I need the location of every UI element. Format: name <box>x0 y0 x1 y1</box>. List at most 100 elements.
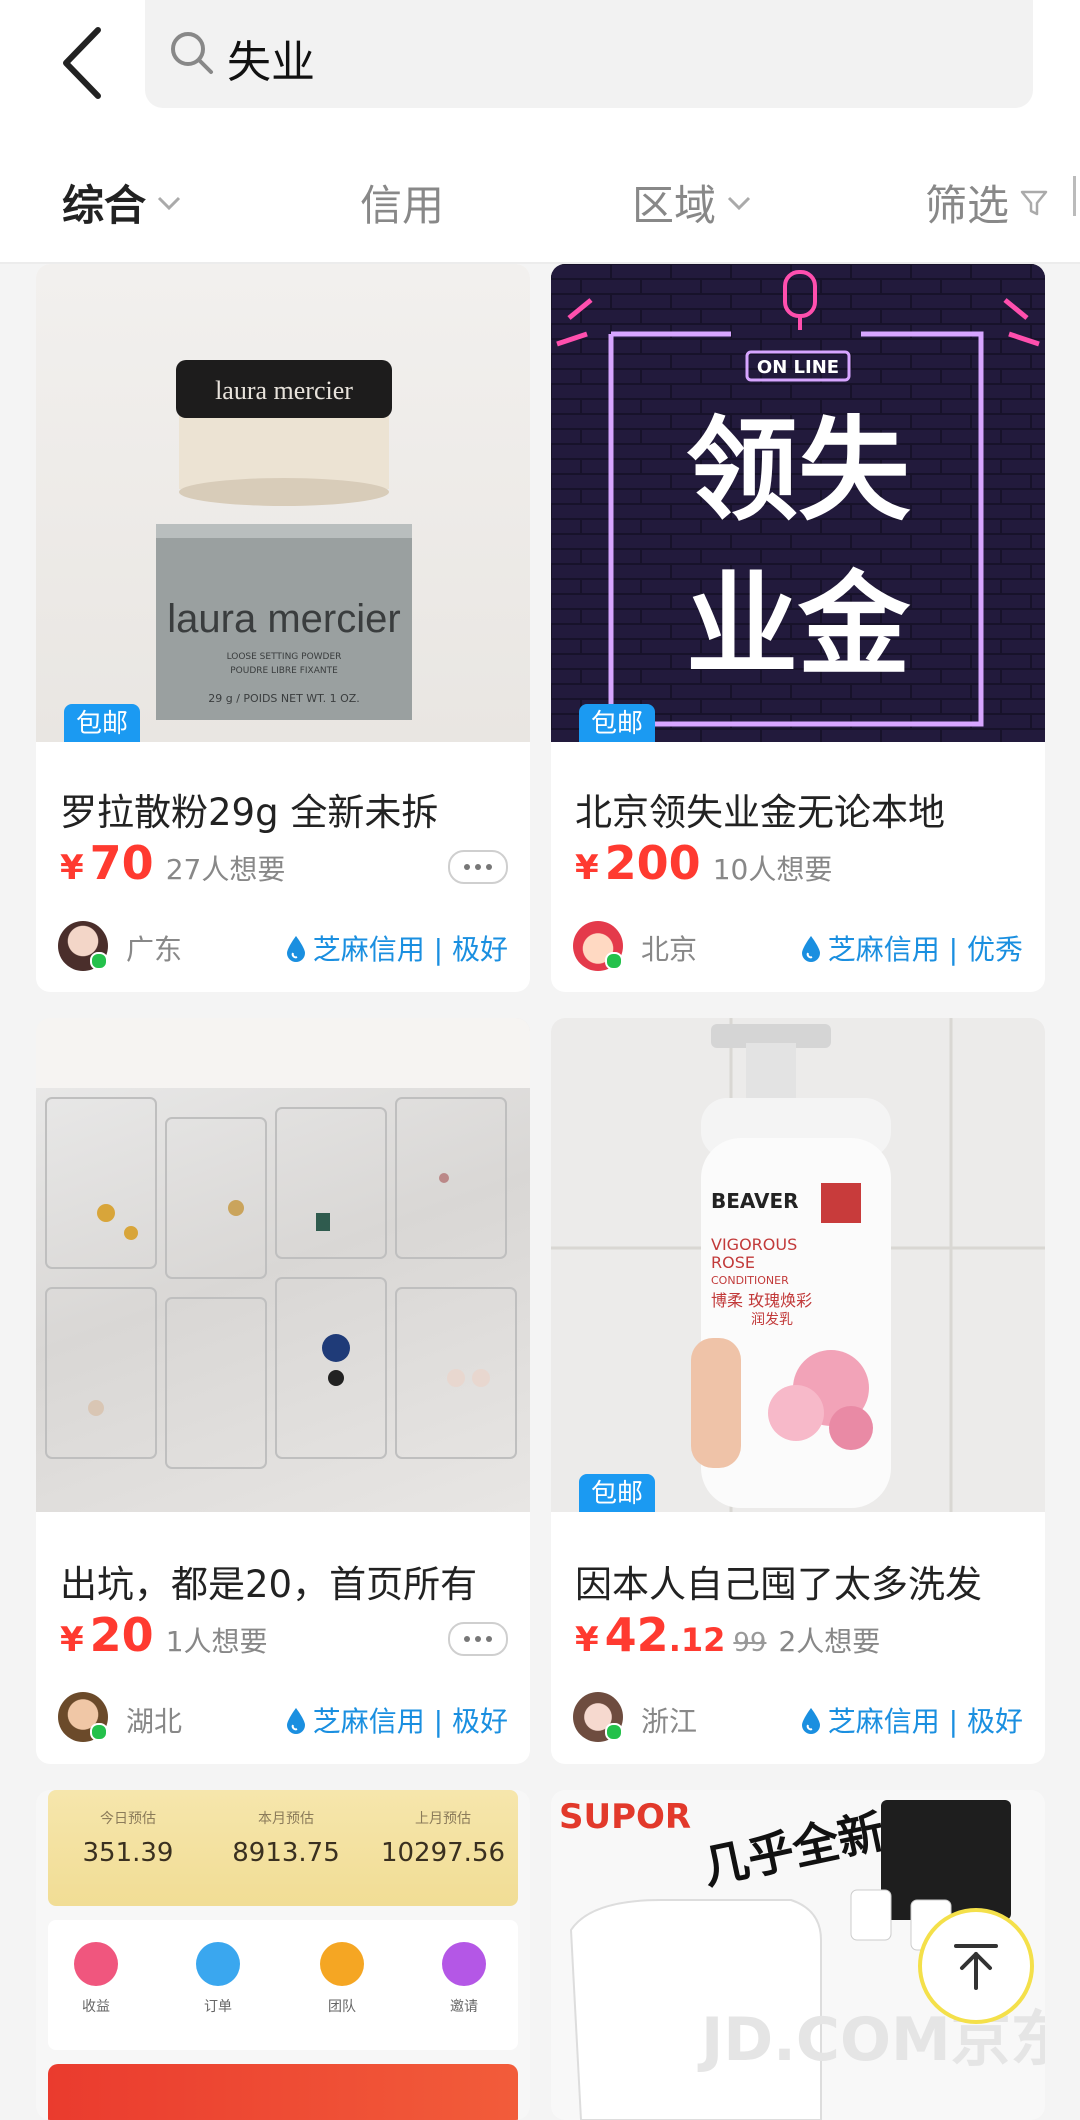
credit-text: 芝麻信用 | 极好 <box>312 933 508 966</box>
orders-item: 订单 <box>188 1942 248 2016</box>
water-drop-icon <box>801 936 820 962</box>
free-shipping-badge: 包邮 <box>579 1474 656 1512</box>
income-item: 收益 <box>66 1942 126 2016</box>
product-price: ¥20 1人想要 <box>60 1608 268 1662</box>
free-shipping-badge: 包邮 <box>64 704 141 742</box>
credit-rating: 芝麻信用 | 极好 <box>800 1700 1023 1740</box>
water-drop-icon <box>801 1708 820 1734</box>
search-bar[interactable]: 失业 <box>145 0 1033 108</box>
price-value: 42 <box>604 1608 669 1662</box>
price-value: 70 <box>89 836 154 890</box>
conditioner-bottle-photo: BEAVER VIGOROUS ROSE CONDITIONER 博柔 玫瑰焕彩… <box>551 1018 1045 1512</box>
price-decimal: .12 <box>668 1621 726 1659</box>
online-dot <box>90 1723 108 1741</box>
product-title: 罗拉散粉29g 全新未拆 <box>60 791 439 834</box>
svg-text:CONDITIONER: CONDITIONER <box>711 1274 789 1287</box>
product-title: 出坑，都是20，首页所有 <box>60 1563 478 1606</box>
back-arrow-icon[interactable] <box>52 18 122 108</box>
seller-location: 北京 <box>641 933 698 966</box>
icon-label: 收益 <box>82 1999 110 2015</box>
credit-rating: 芝麻信用 | 优秀 <box>800 928 1023 968</box>
credit-rating: 芝麻信用 | 极好 <box>285 1700 508 1740</box>
stat-value: 8913.75 <box>232 1838 340 1868</box>
svg-text:几乎全新: 几乎全新 <box>698 1804 889 1895</box>
product-card[interactable]: laura mercier laura mercier LOOSE SETTIN… <box>36 264 530 992</box>
invite-icon <box>442 1942 486 1986</box>
product-image[interactable] <box>36 1018 530 1512</box>
product-title: 北京领失业金无论本地 <box>575 791 945 834</box>
credit-text: 芝麻信用 | 极好 <box>312 1705 508 1738</box>
tab-region[interactable]: 区域 <box>632 172 752 233</box>
svg-text:POUDRE LIBRE FIXANTE: POUDRE LIBRE FIXANTE <box>230 666 338 676</box>
svg-text:博柔 玫瑰焕彩: 博柔 玫瑰焕彩 <box>711 1291 812 1310</box>
stat-value: 351.39 <box>82 1838 174 1868</box>
product-image[interactable]: BEAVER VIGOROUS ROSE CONDITIONER 博柔 玫瑰焕彩… <box>551 1018 1045 1512</box>
product-card[interactable]: 出坑，都是20，首页所有 ¥20 1人想要 湖北 芝麻信用 | 极好 <box>36 1018 530 1764</box>
product-image[interactable]: laura mercier laura mercier LOOSE SETTIN… <box>36 264 530 742</box>
product-price: ¥200 10人想要 <box>575 836 833 890</box>
original-price: 99 <box>733 1628 767 1658</box>
svg-text:BEAVER: BEAVER <box>711 1189 799 1213</box>
want-count: 10人想要 <box>712 853 833 886</box>
svg-text:laura mercier: laura mercier <box>167 597 400 641</box>
earrings-photo <box>36 1018 530 1469</box>
seller-location: 浙江 <box>641 1705 698 1738</box>
price-value: 200 <box>604 836 701 890</box>
orders-icon <box>196 1942 240 1986</box>
svg-text:领失: 领失 <box>686 406 911 536</box>
invite-item: 邀请 <box>434 1942 494 2016</box>
online-dot <box>90 952 108 970</box>
promo-icon-row: 收益 订单 团队 邀请 <box>48 1920 518 2050</box>
stat-month: 本月预估 8913.75 <box>226 1808 346 1868</box>
product-price: ¥42.12 99 2人想要 <box>575 1608 881 1662</box>
product-price: ¥70 27人想要 <box>60 836 286 890</box>
product-image[interactable]: ON LINE 领失 业金 包邮 <box>551 264 1045 742</box>
more-options-icon[interactable] <box>448 1622 508 1656</box>
product-card[interactable]: 今日预估 351.39 本月预估 8913.75 上月预估 10297.56 收… <box>36 1790 530 2120</box>
filter-icon <box>1020 190 1048 215</box>
svg-text:润发乳: 润发乳 <box>751 1312 793 1328</box>
team-item: 团队 <box>312 1942 372 2016</box>
svg-text:laura mercier: laura mercier <box>215 376 353 405</box>
product-title: 因本人自己囤了太多洗发 <box>575 1563 982 1606</box>
svg-text:ON LINE: ON LINE <box>757 357 839 378</box>
credit-text: 芝麻信用 | 优秀 <box>827 933 1023 966</box>
credit-text: 芝麻信用 | 极好 <box>827 1705 1023 1738</box>
more-options-icon[interactable] <box>448 850 508 884</box>
online-dot <box>605 1723 623 1741</box>
tab-credit[interactable]: 信用 <box>360 172 444 233</box>
stat-last-month: 上月预估 10297.56 <box>378 1808 508 1868</box>
top-bar: 失业 <box>0 0 1080 130</box>
sort-tabs: 综合 信用 区域 筛选 <box>0 130 1080 264</box>
tab-label: 筛选 <box>925 181 1010 230</box>
icon-label: 邀请 <box>450 1999 478 2015</box>
want-count: 2人想要 <box>778 1625 881 1658</box>
product-card[interactable]: ON LINE 领失 业金 包邮 北京领失业金无论本地 ¥200 10人想要 北… <box>551 264 1045 992</box>
earnings-panel: 今日预估 351.39 本月预估 8913.75 上月预估 10297.56 <box>48 1790 518 1906</box>
tab-comprehensive[interactable]: 综合 <box>62 172 182 233</box>
tab-filter[interactable]: 筛选 <box>925 172 1049 233</box>
scroll-to-top-button[interactable] <box>918 1908 1034 2024</box>
want-count: 27人想要 <box>165 853 286 886</box>
icon-label: 团队 <box>328 1999 356 2015</box>
stat-label: 本月预估 <box>258 1811 314 1827</box>
tab-label: 信用 <box>360 181 445 230</box>
svg-text:ROSE: ROSE <box>711 1253 755 1272</box>
svg-text:29 g / POIDS NET WT. 1 OZ.: 29 g / POIDS NET WT. 1 OZ. <box>208 692 360 705</box>
chevron-down-icon <box>157 196 181 210</box>
stat-label: 上月预估 <box>415 1811 471 1827</box>
water-drop-icon <box>286 936 305 962</box>
svg-text:SUPOR: SUPOR <box>559 1797 691 1837</box>
svg-text:LOOSE SETTING POWDER: LOOSE SETTING POWDER <box>227 652 342 662</box>
setting-powder-photo: laura mercier laura mercier LOOSE SETTIN… <box>156 360 412 720</box>
seller-location: 广东 <box>126 933 183 966</box>
search-query[interactable]: 失业 <box>227 26 315 90</box>
chevron-down-icon <box>727 196 751 210</box>
seller-location: 湖北 <box>126 1705 183 1738</box>
tab-label: 区域 <box>632 181 717 230</box>
income-icon <box>74 1942 118 1986</box>
svg-text:业金: 业金 <box>686 561 911 691</box>
neon-sign-image: ON LINE 领失 业金 <box>551 264 1045 742</box>
product-card[interactable]: BEAVER VIGOROUS ROSE CONDITIONER 博柔 玫瑰焕彩… <box>551 1018 1045 1764</box>
icon-label: 订单 <box>204 1999 232 2015</box>
